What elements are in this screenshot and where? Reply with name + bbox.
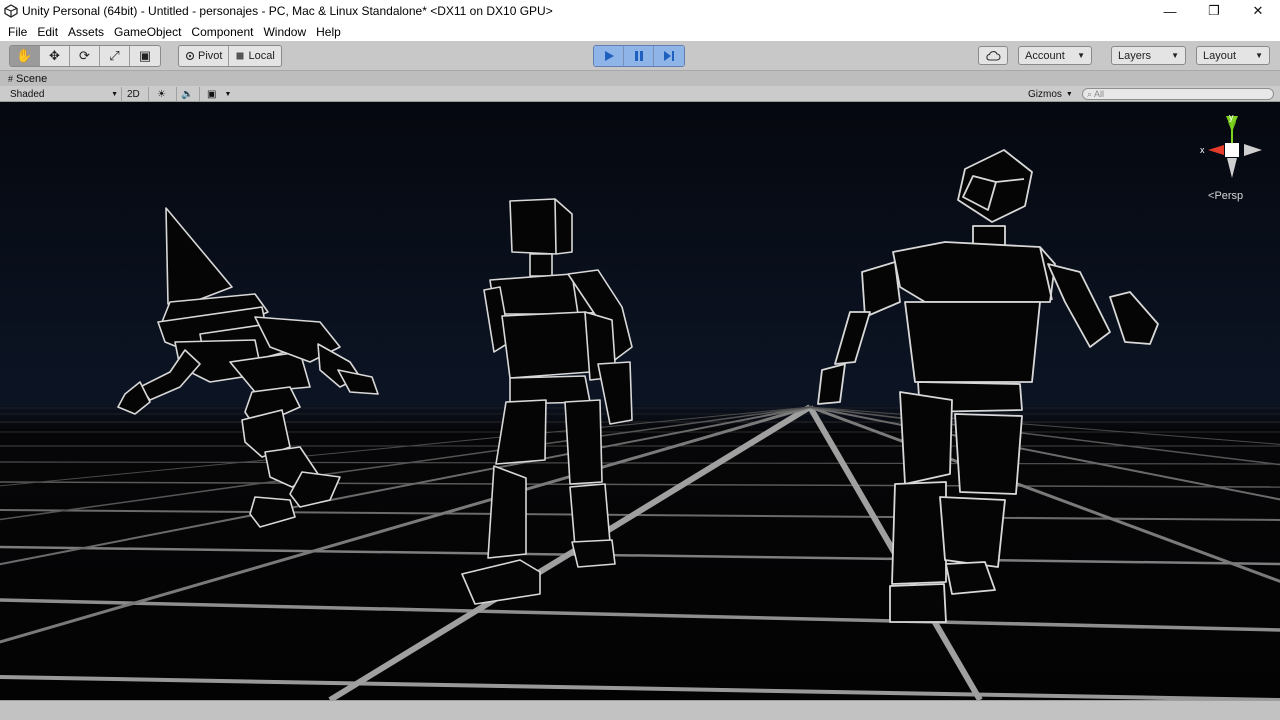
account-label: Account <box>1025 49 1065 62</box>
pivot-icon <box>185 51 195 61</box>
menu-edit[interactable]: Edit <box>32 25 63 39</box>
scene-tab[interactable]: # Scene <box>8 73 47 85</box>
chevron-down-icon: ▼ <box>1171 51 1179 60</box>
rotate-tool-button[interactable]: ⟳ <box>70 46 100 66</box>
rect-icon: ▣ <box>138 48 152 63</box>
divider <box>121 87 122 101</box>
play-button[interactable] <box>594 46 624 66</box>
2d-toggle-button[interactable]: 2D <box>127 87 140 101</box>
layout-dropdown[interactable]: Layout ▼ <box>1196 46 1270 65</box>
move-tool-button[interactable]: ✥ <box>40 46 70 66</box>
menu-bar: File Edit Assets GameObject Component Wi… <box>0 22 1280 41</box>
scene-tab-label: Scene <box>16 72 48 85</box>
divider <box>176 87 177 101</box>
search-placeholder: All <box>1094 89 1105 99</box>
menu-assets[interactable]: Assets <box>63 25 109 39</box>
chevron-down-icon: ▼ <box>1077 51 1085 60</box>
hand-tool-button[interactable]: ✋ <box>10 46 40 66</box>
local-toggle-button[interactable]: Local <box>229 46 280 66</box>
grid-icon: # <box>8 73 14 84</box>
menu-help[interactable]: Help <box>311 25 346 39</box>
2d-label: 2D <box>127 88 140 100</box>
gizmos-dropdown[interactable]: Gizmos ▼ <box>1028 87 1073 101</box>
minimize-button[interactable]: — <box>1148 0 1192 22</box>
effects-dropdown[interactable]: ▣ ▼ <box>207 87 231 101</box>
gizmo-y-label: y <box>1229 112 1234 122</box>
layout-label: Layout <box>1203 49 1237 62</box>
close-button[interactable]: ✕ <box>1236 0 1280 22</box>
projection-toggle[interactable]: <Persp <box>1208 190 1243 202</box>
window-controls: — ❐ ✕ <box>1148 0 1280 22</box>
chevron-down-icon: ▼ <box>111 90 118 98</box>
rotate-icon: ⟳ <box>79 48 90 63</box>
cloud-button[interactable] <box>978 46 1008 65</box>
local-label: Local <box>248 50 275 62</box>
divider <box>148 87 149 101</box>
pivot-label: Pivot <box>198 50 223 62</box>
chevron-down-icon: ▼ <box>1065 90 1073 98</box>
gizmo-center-cube[interactable] <box>1225 143 1239 157</box>
search-icon: ⌕ <box>1087 88 1093 99</box>
scene-view-controls: Shaded ▼ 2D ☀ 🔈 ▣ ▼ Gizmos ▼ ⌕ All <box>0 86 1280 102</box>
projection-label: Persp <box>1214 190 1244 202</box>
divider <box>199 87 200 101</box>
shading-mode-label: Shaded <box>10 88 45 100</box>
menu-file[interactable]: File <box>3 25 32 39</box>
audio-toggle-button[interactable]: 🔈 <box>181 87 193 101</box>
gizmos-label: Gizmos <box>1028 88 1062 100</box>
scene-render: y x <box>0 102 1280 700</box>
chevron-down-icon: ▼ <box>1255 51 1263 60</box>
window-title-bar: Unity Personal (64bit) - Untitled - pers… <box>0 0 1280 22</box>
lighting-toggle-button[interactable]: ☀ <box>157 87 166 101</box>
scene-tab-bar: # Scene <box>0 71 1280 86</box>
sun-icon: ☀ <box>157 88 166 100</box>
main-toolbar: ✋ ✥ ⟳ ⤢ ▣ Pivot Local Account ▼ Layers ▼ <box>0 41 1280 71</box>
scale-tool-button[interactable]: ⤢ <box>100 46 130 66</box>
cloud-icon <box>986 50 1001 61</box>
hand-icon: ✋ <box>16 48 33 63</box>
menu-component[interactable]: Component <box>186 25 258 39</box>
transform-tools: ✋ ✥ ⟳ ⤢ ▣ <box>9 45 161 67</box>
move-icon: ✥ <box>49 48 60 63</box>
playback-controls <box>593 45 685 67</box>
shading-mode-dropdown[interactable]: Shaded ▼ <box>10 87 118 101</box>
pivot-local-toggles: Pivot Local <box>178 45 282 67</box>
bottom-panel-edge <box>0 700 1280 720</box>
scene-viewport[interactable]: y x <Persp <box>0 102 1280 700</box>
step-button[interactable] <box>654 46 684 66</box>
account-dropdown[interactable]: Account ▼ <box>1018 46 1092 65</box>
menu-window[interactable]: Window <box>258 25 311 39</box>
local-icon <box>236 52 244 60</box>
pause-button[interactable] <box>624 46 654 66</box>
chevron-down-icon: ▼ <box>224 90 232 98</box>
speaker-icon: 🔈 <box>181 88 194 100</box>
pivot-toggle-button[interactable]: Pivot <box>179 46 230 66</box>
menu-gameobject[interactable]: GameObject <box>109 25 186 39</box>
step-icon <box>664 51 674 61</box>
gizmo-x-label: x <box>1200 145 1205 155</box>
pause-icon <box>634 51 643 61</box>
unity-logo-icon <box>4 4 18 18</box>
scale-icon: ⤢ <box>109 48 120 63</box>
layers-label: Layers <box>1118 49 1152 62</box>
window-title: Unity Personal (64bit) - Untitled - pers… <box>22 4 553 18</box>
image-icon: ▣ <box>207 88 217 100</box>
play-icon <box>604 51 614 61</box>
rect-tool-button[interactable]: ▣ <box>130 46 160 66</box>
layers-dropdown[interactable]: Layers ▼ <box>1111 46 1186 65</box>
maximize-button[interactable]: ❐ <box>1192 0 1236 22</box>
scene-search-input[interactable]: ⌕ All <box>1082 88 1274 100</box>
